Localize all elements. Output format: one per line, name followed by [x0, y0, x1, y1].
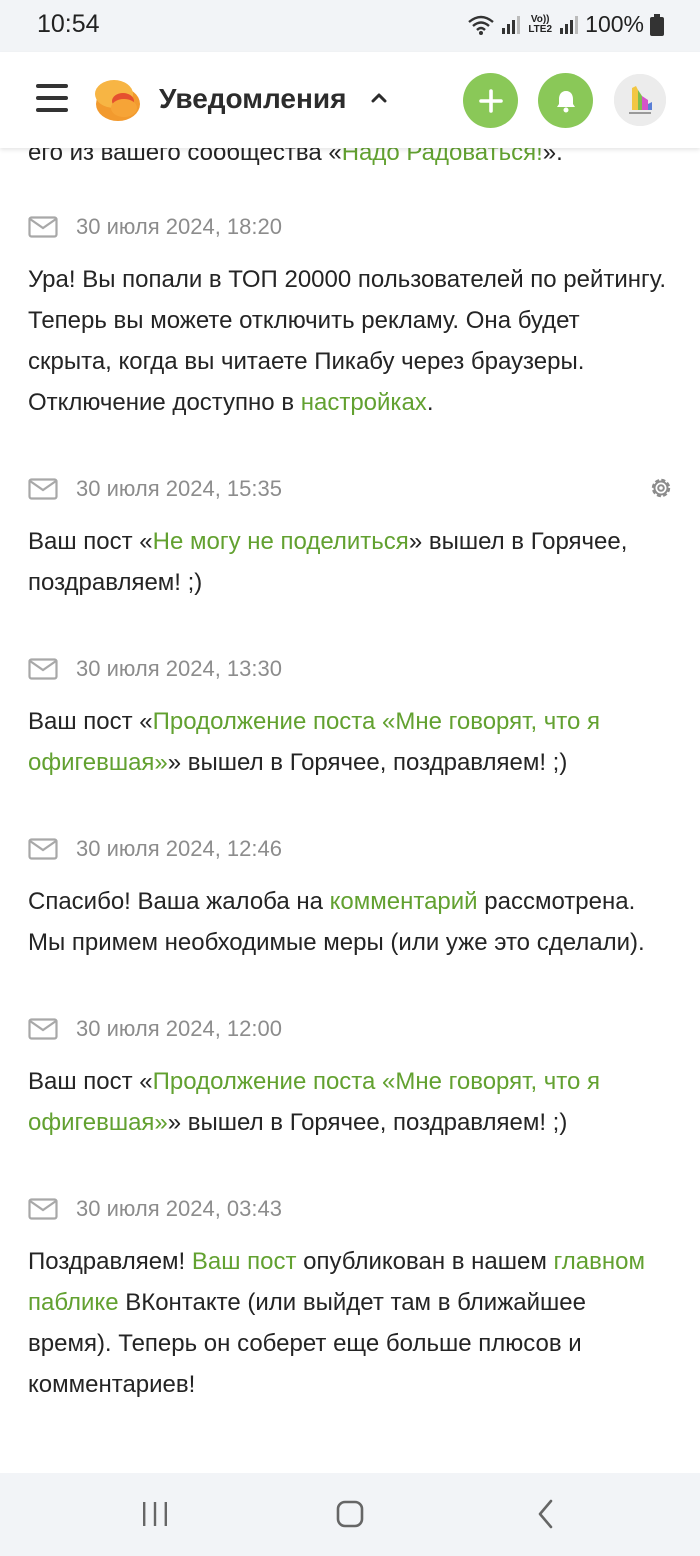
- notification-text-part: Спасибо! Ваша жалоба на: [28, 888, 330, 915]
- notification-text-part: опубликован в нашем: [296, 1248, 554, 1275]
- notification-link[interactable]: настройках: [301, 389, 427, 416]
- notification-date: 30 июля 2024, 03:43: [76, 1196, 282, 1221]
- add-post-button[interactable]: [463, 73, 518, 128]
- mail-icon: [28, 1198, 58, 1220]
- notification-text: Спасибо! Ваша жалоба на комментарий расс…: [28, 881, 668, 963]
- notification-date: 30 июля 2024, 12:00: [76, 1016, 282, 1041]
- notification-link[interactable]: Не могу не поделиться: [153, 528, 409, 555]
- mail-icon: [28, 658, 58, 680]
- notification-date: 30 июля 2024, 18:20: [76, 214, 282, 239]
- settings-gear-icon[interactable]: [648, 475, 674, 501]
- notification-item: 30 июля 2024, 15:35 Ваш пост «Не могу не …: [28, 471, 671, 603]
- battery-icon: [650, 13, 664, 36]
- pikabu-logo[interactable]: [92, 74, 144, 126]
- notification-header: 30 июля 2024, 13:30: [28, 651, 668, 687]
- mail-icon: [28, 478, 58, 500]
- notification-header: 30 июля 2024, 12:00: [28, 1011, 668, 1047]
- mail-icon: [28, 1018, 58, 1040]
- notification-text: Ваш пост «Продолжение поста «Мне говорят…: [28, 701, 668, 783]
- notification-fragment: его из вашего сообщества «Надо Радоватьс…: [28, 148, 668, 173]
- notification-header: 30 июля 2024, 15:35: [28, 471, 668, 507]
- system-nav-bar: [0, 1473, 700, 1556]
- chevron-up-icon[interactable]: [370, 89, 388, 107]
- signal-icon-2: [560, 15, 579, 34]
- community-link[interactable]: Надо Радоваться!: [342, 148, 543, 166]
- notification-text-part: Ваш пост «: [28, 528, 153, 555]
- fragment-text-end: ».: [542, 148, 563, 166]
- notification-date: 30 июля 2024, 12:46: [76, 836, 282, 861]
- back-icon[interactable]: [536, 1497, 556, 1531]
- notification-text: Ваш пост «Продолжение поста «Мне говорят…: [28, 1061, 668, 1143]
- notification-text-part: Ваш пост «: [28, 1068, 153, 1095]
- status-icons: Vo)) LTE2 100%: [467, 11, 664, 38]
- notification-text-part: Поздравляем!: [28, 1248, 192, 1275]
- avatar[interactable]: [614, 74, 666, 126]
- notification-item: 30 июля 2024, 18:20 Ура! Вы попали в ТОП …: [28, 209, 668, 423]
- notification-text-part: » вышел в Горячее, поздравляем! ;): [167, 1109, 568, 1136]
- notification-text: Поздравляем! Ваш пост опубликован в наше…: [28, 1241, 668, 1405]
- notification-header: 30 июля 2024, 12:46: [28, 831, 668, 867]
- battery-percent: 100%: [585, 11, 644, 37]
- network-label: Vo)) LTE2: [528, 13, 553, 35]
- notification-item: 30 июля 2024, 12:00 Ваш пост «Продолжение…: [28, 1011, 668, 1143]
- signal-icon: [502, 15, 521, 34]
- page-title[interactable]: Уведомления: [159, 83, 346, 115]
- status-bar: 10:54 Vo)) LTE2 100%: [0, 0, 700, 52]
- notifications-feed: его из вашего сообщества «Надо Радоватьс…: [28, 148, 671, 1453]
- notification-item: 30 июля 2024, 03:43 Поздравляем! Ваш пост…: [28, 1191, 668, 1405]
- notification-link[interactable]: Ваш пост: [192, 1248, 297, 1275]
- plus-icon: [478, 88, 503, 113]
- notifications-content[interactable]: его из вашего сообщества «Надо Радоватьс…: [0, 148, 700, 1473]
- recent-apps-icon[interactable]: [141, 1497, 169, 1531]
- mail-icon: [28, 216, 58, 238]
- notification-header: 30 июля 2024, 03:43: [28, 1191, 668, 1227]
- notification-text-part: Ваш пост «: [28, 708, 153, 735]
- mail-icon: [28, 838, 58, 860]
- notification-date: 30 июля 2024, 15:35: [76, 476, 282, 501]
- wifi-icon: [468, 15, 494, 35]
- notification-text: Ура! Вы попали в ТОП 20000 пользователей…: [28, 259, 668, 423]
- notification-header: 30 июля 2024, 18:20: [28, 209, 668, 245]
- notification-item: 30 июля 2024, 12:46 Спасибо! Ваша жалоба …: [28, 831, 668, 963]
- notification-text-part: .: [426, 389, 434, 416]
- notification-link[interactable]: комментарий: [330, 888, 478, 915]
- avatar-image: [614, 74, 666, 126]
- status-time: 10:54: [37, 10, 100, 38]
- notification-text: Ваш пост «Не могу не поделиться» вышел в…: [28, 521, 668, 603]
- fragment-text: его из вашего сообщества «: [28, 148, 342, 166]
- menu-icon[interactable]: [36, 84, 68, 114]
- notifications-button[interactable]: [538, 73, 593, 128]
- notification-date: 30 июля 2024, 13:30: [76, 656, 282, 681]
- home-icon[interactable]: [335, 1497, 365, 1531]
- app-header: Уведомления: [0, 52, 700, 148]
- notification-item: 30 июля 2024, 13:30 Ваш пост «Продолжение…: [28, 651, 668, 783]
- bell-icon: [556, 90, 575, 112]
- notification-text-part: » вышел в Горячее, поздравляем! ;): [167, 749, 568, 776]
